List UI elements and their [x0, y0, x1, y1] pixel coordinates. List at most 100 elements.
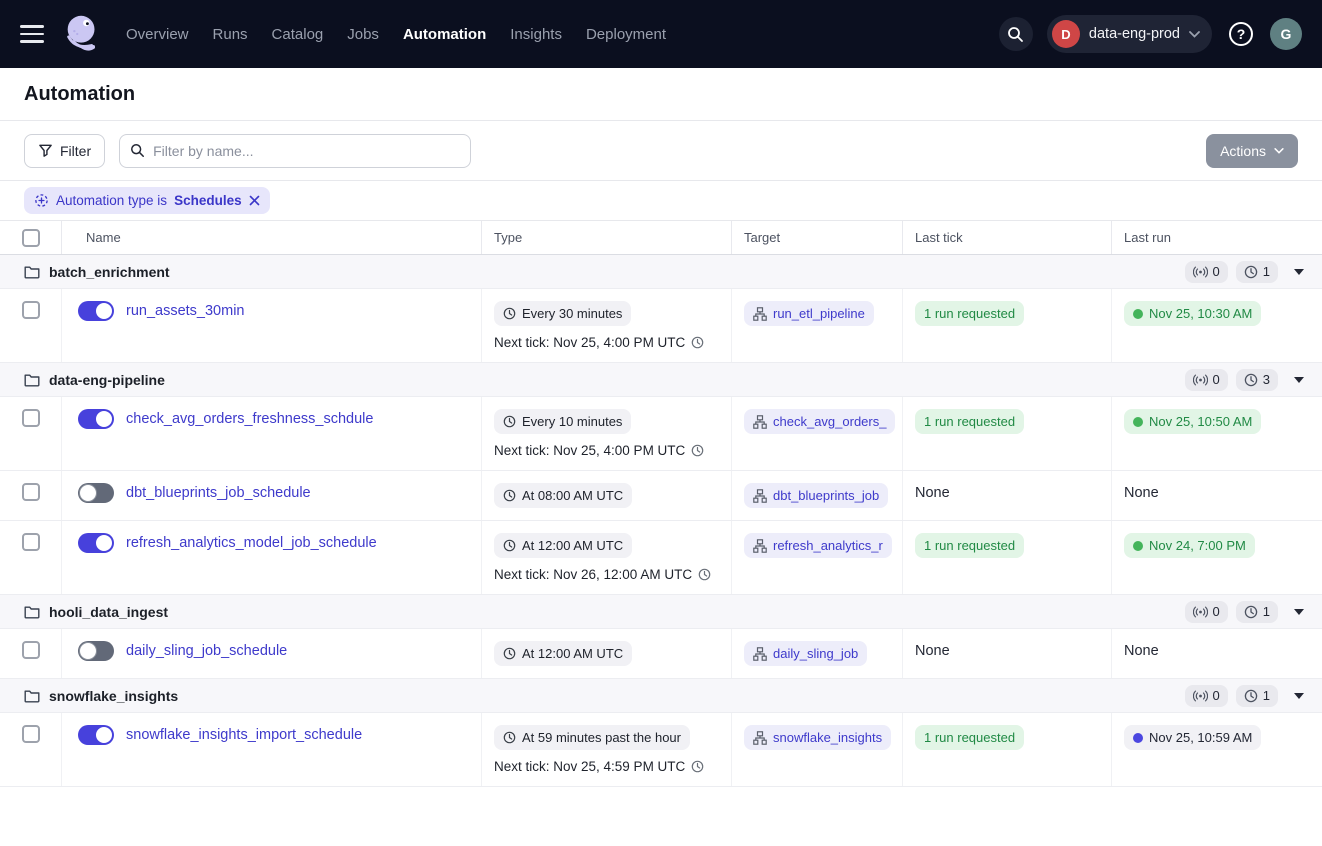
row-checkbox[interactable]: [22, 641, 40, 659]
column-header-target: Target: [732, 221, 903, 254]
last-tick-none: None: [915, 485, 950, 501]
schedule-toggle[interactable]: [78, 301, 114, 321]
clock-icon: [1244, 605, 1258, 619]
collapse-caret-icon[interactable]: [1292, 691, 1306, 701]
hamburger-menu-icon[interactable]: [20, 25, 44, 43]
schedule-name-link[interactable]: snowflake_insights_import_schedule: [126, 727, 362, 743]
nav-item-overview[interactable]: Overview: [126, 26, 189, 43]
automation-table: Name Type Target Last tick Last run batc…: [0, 221, 1322, 787]
collapse-caret-icon[interactable]: [1292, 375, 1306, 385]
next-tick-text: Next tick: Nov 26, 12:00 AM UTC: [494, 567, 719, 582]
close-icon[interactable]: [249, 195, 260, 206]
clock-icon: [503, 731, 516, 744]
next-tick-text: Next tick: Nov 25, 4:00 PM UTC: [494, 335, 719, 350]
row-checkbox[interactable]: [22, 409, 40, 427]
last-tick-none: None: [915, 643, 950, 659]
schedule-interval-pill: At 08:00 AM UTC: [494, 483, 632, 508]
row-checkbox[interactable]: [22, 533, 40, 551]
job-graph-icon: [753, 307, 767, 321]
target-pill[interactable]: dbt_blueprints_job: [744, 483, 888, 508]
nav-item-jobs[interactable]: Jobs: [347, 26, 379, 43]
target-pill[interactable]: daily_sling_job: [744, 641, 867, 666]
schedule-count: 1: [1263, 688, 1270, 703]
last-run-pill[interactable]: Nov 24, 7:00 PM: [1124, 533, 1255, 558]
actions-button[interactable]: Actions: [1206, 134, 1298, 168]
page-header: Automation: [0, 68, 1322, 121]
nav-item-catalog[interactable]: Catalog: [272, 26, 324, 43]
clock-icon: [691, 336, 704, 349]
row-checkbox[interactable]: [22, 725, 40, 743]
table-header-row: Name Type Target Last tick Last run: [0, 221, 1322, 255]
group-row[interactable]: batch_enrichment 0 1: [0, 255, 1322, 289]
clock-icon: [1244, 265, 1258, 279]
group-row[interactable]: hooli_data_ingest 0 1: [0, 595, 1322, 629]
nav-item-insights[interactable]: Insights: [510, 26, 562, 43]
funnel-icon: [38, 143, 53, 158]
schedule-name-link[interactable]: refresh_analytics_model_job_schedule: [126, 535, 377, 551]
toggle-knob: [95, 726, 113, 744]
schedule-name-link[interactable]: dbt_blueprints_job_schedule: [126, 485, 311, 501]
clock-icon: [503, 647, 516, 660]
global-search-button[interactable]: [999, 17, 1033, 51]
run-status-dot: [1133, 309, 1143, 319]
nav-item-runs[interactable]: Runs: [213, 26, 248, 43]
schedule-toggle[interactable]: [78, 483, 114, 503]
schedule-name-link[interactable]: run_assets_30min: [126, 303, 245, 319]
nav-item-deployment[interactable]: Deployment: [586, 26, 666, 43]
schedule-toggle[interactable]: [78, 409, 114, 429]
automation-type-filter-chip[interactable]: Automation type is Schedules: [24, 187, 270, 214]
row-checkbox[interactable]: [22, 301, 40, 319]
clock-icon: [1244, 373, 1258, 387]
run-status-dot: [1133, 733, 1143, 743]
clock-icon: [503, 307, 516, 320]
row-checkbox[interactable]: [22, 483, 40, 501]
job-graph-icon: [753, 415, 767, 429]
job-graph-icon: [753, 731, 767, 745]
filter-button[interactable]: Filter: [24, 134, 105, 168]
schedule-toggle[interactable]: [78, 725, 114, 745]
last-run-pill[interactable]: Nov 25, 10:30 AM: [1124, 301, 1261, 326]
last-run-pill[interactable]: Nov 25, 10:50 AM: [1124, 409, 1261, 434]
deployment-switcher[interactable]: D data-eng-prod: [1047, 15, 1212, 53]
help-button[interactable]: ?: [1226, 19, 1256, 49]
last-tick-pill: 1 run requested: [915, 725, 1024, 750]
target-pill[interactable]: snowflake_insights: [744, 725, 891, 750]
sensor-count-badge: 0: [1185, 601, 1228, 623]
group-row[interactable]: data-eng-pipeline 0 3: [0, 363, 1322, 397]
schedule-name-link[interactable]: check_avg_orders_freshness_schdule: [126, 411, 373, 427]
collapse-caret-icon[interactable]: [1292, 607, 1306, 617]
last-run-pill[interactable]: Nov 25, 10:59 AM: [1124, 725, 1261, 750]
sensor-count-badge: 0: [1185, 261, 1228, 283]
user-avatar[interactable]: G: [1270, 18, 1302, 50]
chevron-down-icon: [1189, 31, 1200, 38]
group-row[interactable]: snowflake_insights 0 1: [0, 679, 1322, 713]
name-filter-input[interactable]: [153, 143, 460, 159]
chevron-down-icon: [1274, 148, 1284, 154]
clock-icon: [691, 760, 704, 773]
job-graph-icon: [753, 647, 767, 661]
question-mark-icon: ?: [1226, 19, 1256, 49]
sensor-count: 0: [1213, 688, 1220, 703]
page-title: Automation: [24, 83, 135, 106]
clock-icon: [503, 539, 516, 552]
target-pill[interactable]: check_avg_orders_: [744, 409, 895, 434]
last-tick-pill: 1 run requested: [915, 409, 1024, 434]
schedule-count-badge: 3: [1236, 369, 1278, 391]
job-graph-icon: [753, 489, 767, 503]
clock-icon: [503, 489, 516, 502]
clock-icon: [698, 568, 711, 581]
schedule-toggle[interactable]: [78, 533, 114, 553]
schedule-name-link[interactable]: daily_sling_job_schedule: [126, 643, 287, 659]
select-all-checkbox[interactable]: [22, 229, 40, 247]
schedule-interval-pill: At 59 minutes past the hour: [494, 725, 690, 750]
nav-item-automation[interactable]: Automation: [403, 26, 486, 43]
search-icon: [1007, 26, 1024, 43]
collapse-caret-icon[interactable]: [1292, 267, 1306, 277]
filter-chip-prefix: Automation type is: [56, 193, 167, 208]
target-pill[interactable]: refresh_analytics_r: [744, 533, 892, 558]
target-pill[interactable]: run_etl_pipeline: [744, 301, 874, 326]
schedule-toggle[interactable]: [78, 641, 114, 661]
toggle-knob: [79, 642, 97, 660]
next-tick-text: Next tick: Nov 25, 4:59 PM UTC: [494, 759, 719, 774]
dagster-logo[interactable]: [60, 11, 106, 57]
